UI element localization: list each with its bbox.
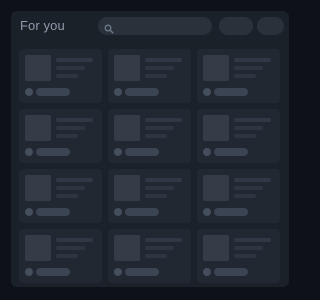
card-thumbnail-placeholder (203, 55, 229, 81)
search-icon (104, 21, 114, 34)
header-action-button[interactable] (219, 17, 253, 35)
card-meta-placeholder (234, 134, 256, 138)
for-you-panel: For you (11, 11, 289, 287)
card-thumbnail-placeholder (25, 175, 51, 201)
card-avatar-placeholder (114, 88, 122, 96)
card-subtitle-placeholder (145, 126, 174, 130)
feed-card[interactable] (108, 169, 191, 223)
card-meta-placeholder (234, 194, 256, 198)
card-subtitle-placeholder (145, 186, 174, 190)
card-avatar-placeholder (25, 148, 33, 156)
card-thumbnail-placeholder (114, 175, 140, 201)
card-title-placeholder (145, 118, 182, 122)
card-tag-placeholder (125, 148, 159, 156)
panel-header: For you (11, 11, 289, 45)
feed-card[interactable] (197, 49, 280, 103)
card-subtitle-placeholder (234, 126, 263, 130)
card-subtitle-placeholder (234, 66, 263, 70)
card-avatar-placeholder (25, 208, 33, 216)
card-subtitle-placeholder (56, 126, 85, 130)
card-meta-placeholder (145, 194, 167, 198)
card-tag-placeholder (125, 208, 159, 216)
card-title-placeholder (56, 238, 93, 242)
card-thumbnail-placeholder (114, 55, 140, 81)
card-subtitle-placeholder (56, 246, 85, 250)
card-title-placeholder (234, 238, 271, 242)
card-meta-placeholder (145, 134, 167, 138)
card-avatar-placeholder (114, 208, 122, 216)
card-meta-placeholder (56, 134, 78, 138)
card-title-placeholder (56, 118, 93, 122)
card-title-placeholder (234, 178, 271, 182)
card-meta-placeholder (234, 74, 256, 78)
card-meta-placeholder (56, 254, 78, 258)
card-avatar-placeholder (114, 268, 122, 276)
card-title-placeholder (56, 178, 93, 182)
card-avatar-placeholder (25, 268, 33, 276)
feed-card[interactable] (19, 229, 102, 283)
card-meta-placeholder (56, 74, 78, 78)
card-tag-placeholder (214, 148, 248, 156)
header-secondary-button[interactable] (257, 17, 284, 35)
feed-grid (19, 49, 289, 283)
card-meta-placeholder (234, 254, 256, 258)
card-thumbnail-placeholder (25, 235, 51, 261)
card-title-placeholder (145, 178, 182, 182)
card-thumbnail-placeholder (203, 235, 229, 261)
card-avatar-placeholder (114, 148, 122, 156)
feed-card[interactable] (19, 169, 102, 223)
card-subtitle-placeholder (56, 66, 85, 70)
card-tag-placeholder (214, 88, 248, 96)
card-title-placeholder (145, 238, 182, 242)
feed-card[interactable] (197, 229, 280, 283)
card-subtitle-placeholder (56, 186, 85, 190)
card-thumbnail-placeholder (203, 175, 229, 201)
feed-card[interactable] (19, 49, 102, 103)
card-thumbnail-placeholder (114, 235, 140, 261)
card-thumbnail-placeholder (114, 115, 140, 141)
feed-card[interactable] (197, 169, 280, 223)
card-avatar-placeholder (203, 208, 211, 216)
card-title-placeholder (56, 58, 93, 62)
feed-card[interactable] (108, 49, 191, 103)
card-subtitle-placeholder (234, 246, 263, 250)
card-tag-placeholder (36, 148, 70, 156)
card-tag-placeholder (125, 88, 159, 96)
card-avatar-placeholder (25, 88, 33, 96)
card-title-placeholder (234, 58, 271, 62)
feed-card[interactable] (108, 229, 191, 283)
feed-card[interactable] (19, 109, 102, 163)
card-meta-placeholder (145, 74, 167, 78)
card-avatar-placeholder (203, 148, 211, 156)
card-tag-placeholder (214, 208, 248, 216)
card-tag-placeholder (125, 268, 159, 276)
feed-card[interactable] (108, 109, 191, 163)
search-input[interactable] (98, 17, 212, 35)
card-title-placeholder (145, 58, 182, 62)
card-subtitle-placeholder (145, 66, 174, 70)
card-title-placeholder (234, 118, 271, 122)
card-subtitle-placeholder (234, 186, 263, 190)
card-avatar-placeholder (203, 268, 211, 276)
card-subtitle-placeholder (145, 246, 174, 250)
feed-card[interactable] (197, 109, 280, 163)
card-tag-placeholder (36, 88, 70, 96)
card-meta-placeholder (145, 254, 167, 258)
card-tag-placeholder (214, 268, 248, 276)
card-tag-placeholder (36, 208, 70, 216)
page-title: For you (20, 18, 65, 33)
card-thumbnail-placeholder (25, 115, 51, 141)
card-avatar-placeholder (203, 88, 211, 96)
card-thumbnail-placeholder (25, 55, 51, 81)
card-tag-placeholder (36, 268, 70, 276)
card-meta-placeholder (56, 194, 78, 198)
card-thumbnail-placeholder (203, 115, 229, 141)
